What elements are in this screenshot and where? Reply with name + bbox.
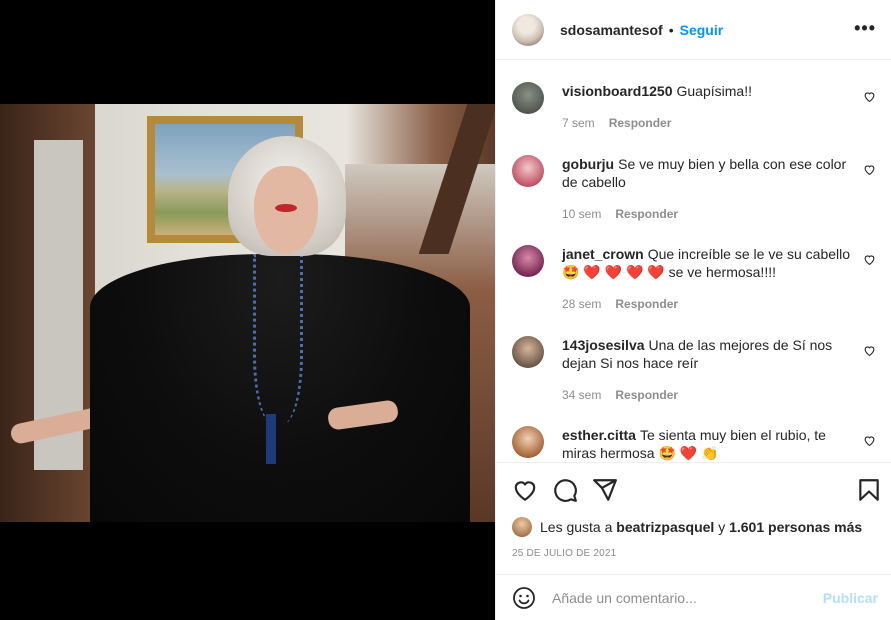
commenter-username[interactable]: 143josesilva bbox=[562, 337, 645, 353]
comment-meta: 10 sem Responder bbox=[562, 207, 678, 221]
comment-text: visionboard1250 Guapísima!! bbox=[562, 82, 852, 100]
comment-time[interactable]: 7 sem bbox=[562, 116, 595, 130]
liker-avatar[interactable] bbox=[512, 517, 532, 537]
person-necklace bbox=[253, 254, 303, 424]
likes-prefix: Les gusta a bbox=[540, 519, 613, 535]
liker-username[interactable]: beatrizpasquel bbox=[616, 519, 714, 535]
commenter-username[interactable]: visionboard1250 bbox=[562, 83, 673, 99]
reply-button[interactable]: Responder bbox=[609, 116, 672, 130]
likes-connector: y bbox=[718, 519, 726, 535]
post-date[interactable]: 25 DE JULIO DE 2021 bbox=[512, 548, 616, 559]
comments-list[interactable]: visionboard1250 Guapísima!! 7 sem Responde… bbox=[496, 60, 891, 462]
post-actions: Les gusta a beatrizpasquel y 1.601 perso… bbox=[496, 462, 891, 574]
author-avatar[interactable] bbox=[512, 13, 544, 46]
post-comment-button[interactable]: Publicar bbox=[823, 590, 878, 606]
comment-text: janet_crown Que increíble se le ve su cab… bbox=[562, 245, 852, 281]
likes-count[interactable]: 1.601 personas más bbox=[729, 519, 862, 535]
reply-button[interactable]: Responder bbox=[615, 297, 678, 311]
commenter-avatar[interactable] bbox=[512, 155, 544, 187]
more-icon[interactable]: ••• bbox=[854, 18, 876, 39]
comment-text: esther.citta Te sienta muy bien el rubio,… bbox=[562, 426, 852, 462]
necklace-tassel bbox=[266, 414, 276, 464]
post-photo[interactable] bbox=[0, 104, 495, 522]
commenter-username[interactable]: esther.citta bbox=[562, 427, 636, 443]
comment-item: janet_crown Que increíble se le ve su cab… bbox=[512, 245, 876, 315]
comment-meta: 34 sem Responder bbox=[562, 388, 678, 402]
comment-time[interactable]: 34 sem bbox=[562, 388, 601, 402]
comment-meta: 28 sem Responder bbox=[562, 297, 678, 311]
comment-time[interactable]: 10 sem bbox=[562, 207, 601, 221]
follow-button[interactable]: Seguir bbox=[680, 22, 724, 38]
photo-person bbox=[9, 136, 470, 522]
commenter-avatar[interactable] bbox=[512, 82, 544, 114]
comment-like-heart-icon[interactable] bbox=[863, 90, 876, 103]
share-icon[interactable] bbox=[592, 477, 618, 503]
post-header: sdosamantesof • Seguir ••• bbox=[496, 0, 891, 60]
comment-item: goburju Se ve muy bien y bella con ese co… bbox=[512, 155, 876, 225]
header-separator: • bbox=[668, 21, 674, 38]
commenter-username[interactable]: janet_crown bbox=[562, 246, 644, 262]
emoji-icon[interactable] bbox=[512, 586, 536, 610]
comment-text: goburju Se ve muy bien y bella con ese co… bbox=[562, 155, 852, 191]
commenter-avatar[interactable] bbox=[512, 336, 544, 368]
comment-item: visionboard1250 Guapísima!! 7 sem Responde… bbox=[512, 82, 876, 142]
post-sidebar: sdosamantesof • Seguir ••• visionboard12… bbox=[495, 0, 891, 620]
reply-button[interactable]: Responder bbox=[615, 388, 678, 402]
commenter-username[interactable]: goburju bbox=[562, 156, 614, 172]
person-lips bbox=[275, 204, 297, 212]
comment-input[interactable] bbox=[552, 589, 802, 606]
comment-like-heart-icon[interactable] bbox=[863, 344, 876, 357]
comment-like-heart-icon[interactable] bbox=[863, 163, 876, 176]
bookmark-icon[interactable] bbox=[856, 477, 882, 503]
author-username[interactable]: sdosamantesof bbox=[560, 22, 663, 38]
heart-icon[interactable] bbox=[512, 477, 538, 503]
commenter-avatar[interactable] bbox=[512, 426, 544, 458]
post-media bbox=[0, 0, 495, 620]
comment-time[interactable]: 28 sem bbox=[562, 297, 601, 311]
comment-item: esther.citta Te sienta muy bien el rubio,… bbox=[512, 426, 876, 462]
reply-button[interactable]: Responder bbox=[615, 207, 678, 221]
add-comment-bar: Publicar bbox=[496, 574, 891, 620]
comment-icon[interactable] bbox=[552, 477, 578, 503]
comment-body: Guapísima!! bbox=[676, 83, 752, 99]
commenter-avatar[interactable] bbox=[512, 245, 544, 277]
comment-like-heart-icon[interactable] bbox=[863, 253, 876, 266]
likes-summary: Les gusta a beatrizpasquel y 1.601 perso… bbox=[512, 517, 862, 537]
comment-text: 143josesilva Una de las mejores de Sí nos… bbox=[562, 336, 852, 372]
comment-meta: 7 sem Responder bbox=[562, 116, 671, 130]
comment-like-heart-icon[interactable] bbox=[863, 434, 876, 447]
comment-item: 143josesilva Una de las mejores de Sí nos… bbox=[512, 336, 876, 406]
